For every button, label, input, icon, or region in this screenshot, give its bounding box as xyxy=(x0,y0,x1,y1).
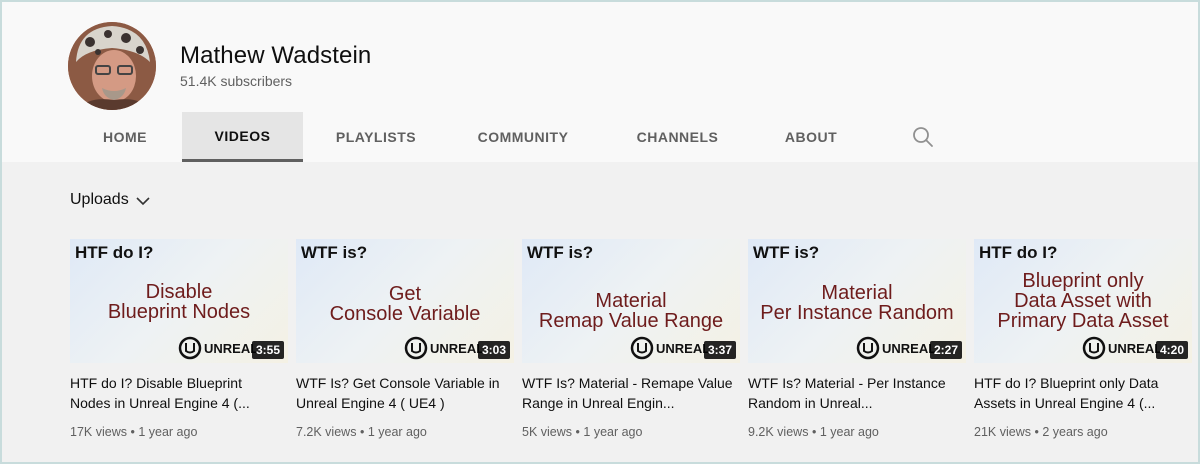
youtube-channel-page: Mathew Wadstein 51.4K subscribers HOME V… xyxy=(0,0,1200,464)
thumbnail-topic-line: Disable xyxy=(145,281,213,303)
thumbnail-kicker: HTF do I? xyxy=(979,243,1058,262)
video-duration: 3:03 xyxy=(477,341,510,359)
tab-about[interactable]: ABOUT xyxy=(758,112,864,162)
meta-separator: • xyxy=(359,425,365,439)
video-title[interactable]: HTF do I? Blueprint only Data Assets in … xyxy=(974,373,1192,413)
thumbnail-topic-line: Console Variable xyxy=(329,303,481,325)
video-thumbnail[interactable]: WTF is? Material Per Instance Random UNR… xyxy=(748,239,966,363)
video-card[interactable]: WTF is? Material Per Instance Random UNR… xyxy=(748,239,966,439)
video-meta: 9.2K views • 1 year ago xyxy=(748,425,966,439)
thumbnail-topic-line: Material xyxy=(821,282,893,304)
thumbnail-kicker: HTF do I? xyxy=(75,243,154,262)
video-meta: 5K views • 1 year ago xyxy=(522,425,740,439)
view-count: 7.2K views xyxy=(296,425,357,439)
video-title[interactable]: WTF Is? Material - Remape Value Range in… xyxy=(522,373,740,413)
logo-text: UNREAL xyxy=(430,341,484,356)
tab-community[interactable]: COMMUNITY xyxy=(449,112,597,162)
logo-text: UNREAL xyxy=(656,341,710,356)
view-count: 21K views xyxy=(974,425,1031,439)
thumbnail-kicker: WTF is? xyxy=(527,243,594,262)
meta-separator: • xyxy=(130,425,135,439)
video-title[interactable]: WTF Is? Material - Per Instance Random i… xyxy=(748,373,966,413)
meta-separator: • xyxy=(575,425,580,439)
tab-home[interactable]: HOME xyxy=(68,112,182,162)
upload-age: 1 year ago xyxy=(819,425,879,439)
video-duration: 3:55 xyxy=(251,341,284,359)
view-count: 9.2K views xyxy=(748,425,809,439)
logo-text: UNREAL xyxy=(204,341,258,356)
thumbnail-topic-line: Blueprint only xyxy=(1022,270,1144,292)
thumbnail-topic-line: Data Asset with xyxy=(1014,290,1152,312)
thumbnail-topic-line: Material xyxy=(595,290,667,312)
channel-name: Mathew Wadstein xyxy=(180,42,372,69)
video-thumbnail[interactable]: HTF do I? Blueprint only Data Asset with… xyxy=(974,239,1192,363)
video-meta: 17K views • 1 year ago xyxy=(70,425,288,439)
video-duration: 2:27 xyxy=(929,341,962,359)
tab-channels[interactable]: CHANNELS xyxy=(597,112,758,162)
channel-header: Mathew Wadstein 51.4K subscribers HOME V… xyxy=(2,2,1198,162)
thumbnail-topic-line: Get xyxy=(388,283,422,305)
meta-separator: • xyxy=(1034,425,1039,439)
channel-tabs: HOME VIDEOS PLAYLISTS COMMUNITY CHANNELS… xyxy=(68,112,864,162)
channel-search-button[interactable] xyxy=(910,124,936,150)
video-card[interactable]: WTF is? Get Console Variable UNREAL 3:03… xyxy=(296,239,514,439)
thumbnail-topic-line: Blueprint Nodes xyxy=(107,301,251,323)
uploads-dropdown[interactable]: Uploads xyxy=(70,191,151,209)
upload-age: 1 year ago xyxy=(367,425,427,439)
view-count: 5K views xyxy=(522,425,573,439)
upload-age: 1 year ago xyxy=(138,425,198,439)
thumbnail-kicker: WTF is? xyxy=(301,243,368,262)
video-thumbnail[interactable]: WTF is? Material Remap Value Range UNREA… xyxy=(522,239,740,363)
tab-playlists[interactable]: PLAYLISTS xyxy=(303,112,449,162)
thumbnail-topic-line: Remap Value Range xyxy=(538,310,724,332)
upload-age: 2 years ago xyxy=(1042,425,1108,439)
upload-age: 1 year ago xyxy=(583,425,643,439)
video-meta: 7.2K views • 1 year ago xyxy=(296,425,514,439)
thumbnail-topic-line: Primary Data Asset xyxy=(997,310,1169,332)
video-title[interactable]: WTF Is? Get Console Variable in Unreal E… xyxy=(296,373,514,413)
video-duration: 3:37 xyxy=(703,341,736,359)
video-card[interactable]: WTF is? Material Remap Value Range UNREA… xyxy=(522,239,740,439)
logo-text: UNREAL xyxy=(1108,341,1162,356)
subscriber-count: 51.4K subscribers xyxy=(180,73,293,89)
uploads-label: Uploads xyxy=(70,191,129,208)
video-card[interactable]: HTF do I? Disable Blueprint Nodes UNREAL… xyxy=(70,239,288,439)
video-card[interactable]: HTF do I? Blueprint only Data Asset with… xyxy=(974,239,1192,439)
search-icon xyxy=(913,127,933,147)
thumbnail-kicker: WTF is? xyxy=(753,243,820,262)
avatar-photo xyxy=(68,22,156,110)
thumbnail-topic-line: Per Instance Random xyxy=(760,302,954,324)
video-duration: 4:20 xyxy=(1155,341,1188,359)
view-count: 17K views xyxy=(70,425,127,439)
meta-separator: • xyxy=(811,425,817,439)
logo-text: UNREAL xyxy=(882,341,936,356)
video-thumbnail[interactable]: WTF is? Get Console Variable UNREAL 3:03 xyxy=(296,239,514,363)
tab-videos[interactable]: VIDEOS xyxy=(182,112,303,162)
video-meta: 21K views • 2 years ago xyxy=(974,425,1192,439)
chevron-down-icon xyxy=(136,197,150,206)
channel-avatar[interactable] xyxy=(68,22,156,110)
video-thumbnail[interactable]: HTF do I? Disable Blueprint Nodes UNREAL… xyxy=(70,239,288,363)
video-title[interactable]: HTF do I? Disable Blueprint Nodes in Unr… xyxy=(70,373,288,413)
